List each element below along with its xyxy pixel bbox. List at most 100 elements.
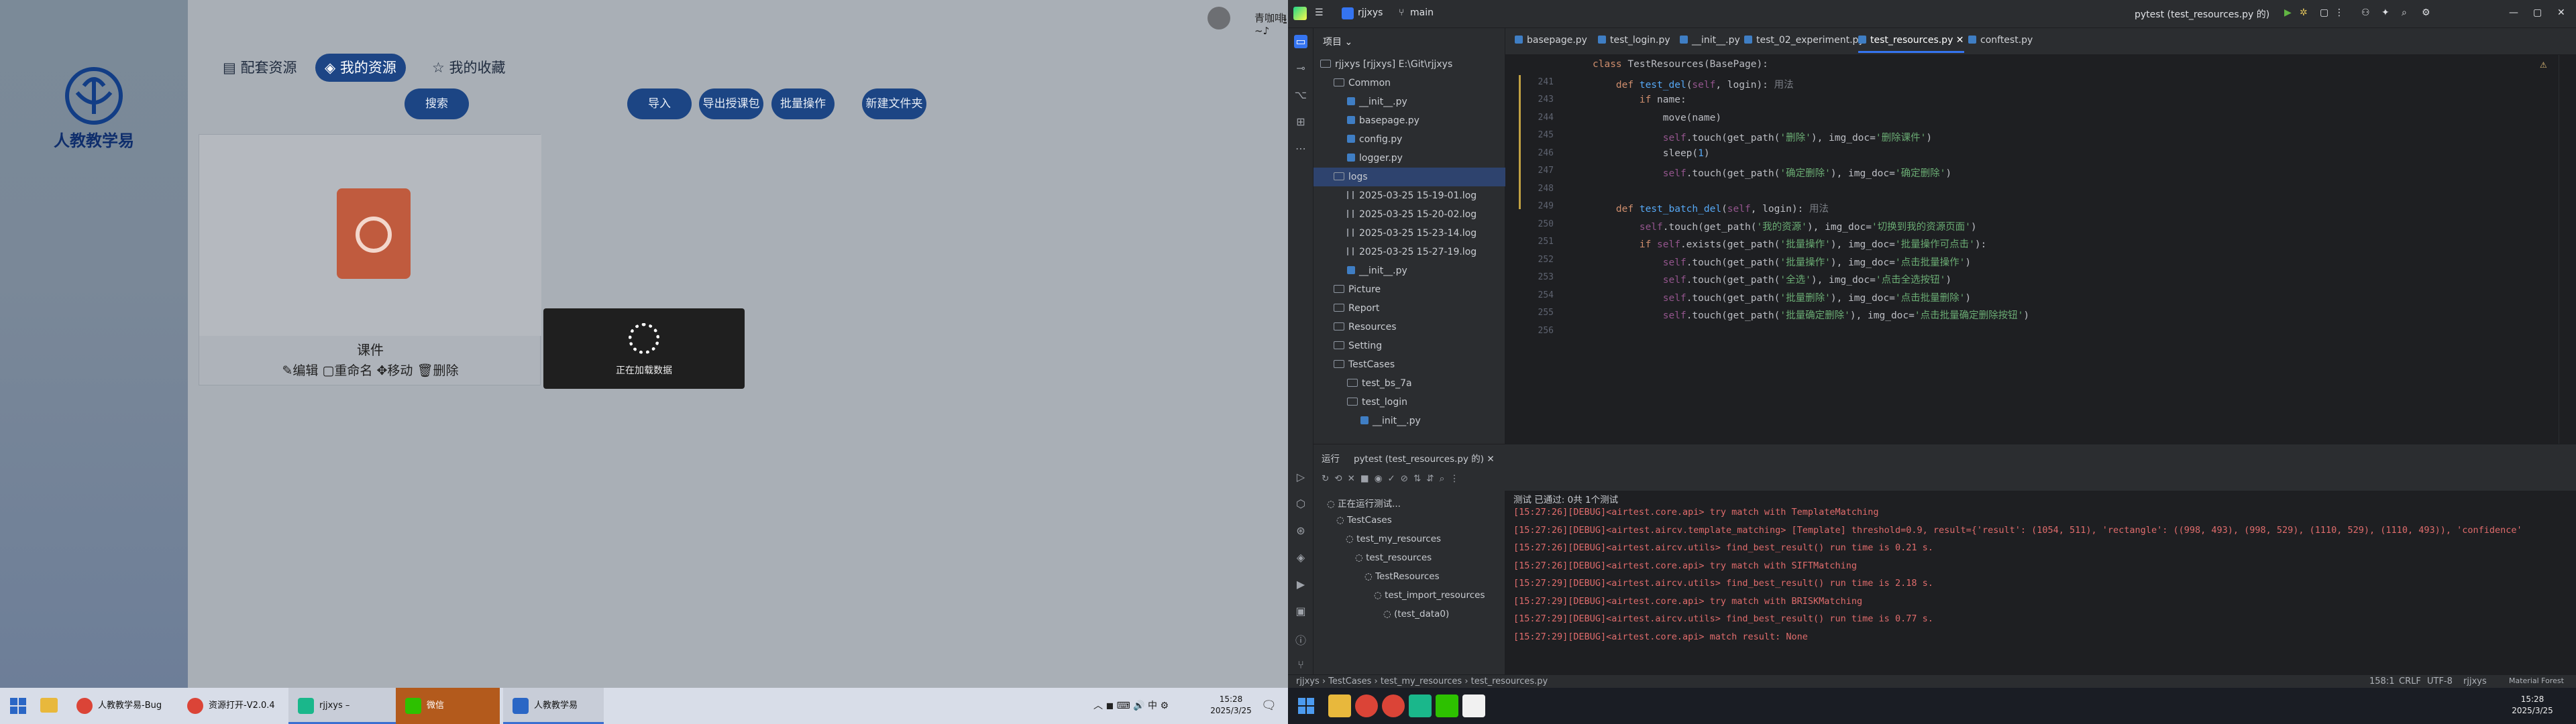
tree-item[interactable]: Report <box>1313 299 1505 318</box>
pull-requests-icon[interactable]: ⌥ <box>1294 88 1307 102</box>
export-package-button[interactable]: 导出授课包 <box>699 88 763 119</box>
tab-my-favorites[interactable]: ☆ 我的收藏 <box>423 54 515 82</box>
tray-icons[interactable]: ︿ ◼ ⌨ 🔊 中 ⚙ <box>1093 699 1169 712</box>
taskbar-pycharm[interactable]: rjjxys – test_resou... <box>288 688 396 724</box>
services-icon[interactable]: ⊛ <box>1294 524 1307 538</box>
code-line[interactable]: class TestResources(BasePage): <box>1593 59 1768 70</box>
code-line[interactable]: move(name) <box>1593 113 1721 123</box>
code-line[interactable]: def test_del(self, login): 用法 <box>1593 77 1794 91</box>
tab-supporting-resources[interactable]: ▤ 配套资源 <box>213 54 307 82</box>
code-line[interactable]: self.touch(get_path('确定删除'), img_doc='确定… <box>1593 166 1951 180</box>
restore-icon[interactable]: ▢ <box>2533 7 2542 18</box>
clock[interactable]: 15:28 2025/3/25 <box>1201 694 1261 717</box>
taskbar-chrome-resources[interactable]: 资源打开-V2.0.4 -... <box>178 688 285 724</box>
ai-icon[interactable]: ✦ <box>2381 7 2390 18</box>
code-line[interactable]: if self.exists(get_path('批量操作'), img_doc… <box>1593 237 1986 251</box>
delete-action[interactable]: 🗑删除 <box>417 363 458 378</box>
tree-item[interactable]: __init__.py <box>1313 93 1505 111</box>
taskbar-rjjxy[interactable]: 人教教学易 <box>503 688 604 724</box>
notepad-icon[interactable] <box>1462 695 1485 717</box>
tree-item[interactable]: 2025-03-25 15-23-14.log <box>1313 224 1505 243</box>
tree-item[interactable]: config.py <box>1313 130 1505 149</box>
tab-test-login[interactable]: test_login.py <box>1598 35 1670 46</box>
avatar[interactable] <box>1208 7 1230 29</box>
project-tool-icon[interactable]: ▭ <box>1294 35 1307 48</box>
code-line[interactable]: sleep(1) <box>1593 148 1710 159</box>
code-line[interactable]: self.touch(get_path('批量操作'), img_doc='点击… <box>1593 255 1971 269</box>
code-line[interactable]: self.touch(get_path('删除'), img_doc='删除课件… <box>1593 130 1932 144</box>
search-button[interactable]: 搜索 <box>405 88 469 119</box>
account-icon[interactable]: ⚇ <box>2361 7 2370 18</box>
tree-item[interactable]: __init__.py <box>1313 412 1505 430</box>
git-icon[interactable]: ⑂ <box>1294 658 1307 672</box>
test-tree-item[interactable]: ◌ TestResources <box>1364 571 1440 582</box>
tree-item[interactable]: __init__.py <box>1313 261 1505 280</box>
run-toolbar-icons[interactable]: ↻⟲✕■◉✓⊘⇅⇵⌕⋮ <box>1322 473 1464 484</box>
more-icon[interactable]: ⋮ <box>2334 7 2344 18</box>
tab-conftest[interactable]: conftest.py <box>1968 35 2033 46</box>
tree-item[interactable]: Picture <box>1313 280 1505 299</box>
tree-item[interactable]: 2025-03-25 15-20-02.log <box>1313 205 1505 224</box>
editor-scrollbar[interactable] <box>2559 55 2576 444</box>
tree-item[interactable]: Resources <box>1313 318 1505 337</box>
tree-item[interactable]: test_bs_7a <box>1313 374 1505 393</box>
debug-icon[interactable]: ✲ <box>2300 7 2308 18</box>
tab-my-resources[interactable]: ◈ 我的资源 <box>315 54 406 82</box>
run-tool-icon[interactable]: ▷ <box>1294 471 1307 484</box>
chrome-icon[interactable] <box>1355 695 1378 717</box>
code-line[interactable]: def test_batch_del(self, login): 用法 <box>1593 201 1829 215</box>
tree-item[interactable]: logger.py <box>1313 149 1505 168</box>
minimize-icon[interactable]: — <box>2509 7 2518 18</box>
download-icon[interactable]: ⭳ <box>1283 9 1287 32</box>
tab-init[interactable]: __init__.py <box>1680 35 1740 46</box>
taskbar-chrome-bug[interactable]: 人教教学易-Bug -... <box>67 688 174 724</box>
new-folder-button[interactable]: 新建文件夹 <box>862 88 926 119</box>
run-tab[interactable]: pytest (test_resources.py 的) ✕ <box>1354 451 1495 470</box>
code-editor[interactable]: 241 243 244 245 246 247 248 249 250 251 252 253 254 2… <box>1505 55 2559 444</box>
test-tree-item[interactable]: ◌ test_my_resources <box>1346 534 1441 544</box>
chrome-icon[interactable] <box>1382 695 1405 717</box>
tree-item[interactable]: Common <box>1313 74 1505 93</box>
windows-start-icon[interactable] <box>1297 697 1315 715</box>
project-switcher[interactable]: rjjxys <box>1358 7 1383 18</box>
tree-item[interactable]: test_login <box>1313 393 1505 412</box>
tab-test-resources[interactable]: test_resources.py ✕ <box>1858 35 1964 53</box>
file-explorer-icon[interactable] <box>40 698 58 713</box>
import-button[interactable]: 导入 <box>627 88 692 119</box>
test-tree-item[interactable]: ◌ test_resources <box>1355 552 1432 563</box>
terminal-icon[interactable]: ▶ <box>1294 578 1307 591</box>
search-everywhere-icon[interactable]: ⌕ <box>2402 7 2407 18</box>
test-tree-item[interactable]: ◌ (test_data0) <box>1383 609 1449 619</box>
run-output[interactable]: 测试 已通过: 0共 1个测试 [15:27:26][DEBUG]<airtes… <box>1505 491 2559 674</box>
notification-icon[interactable]: 🗨 <box>1261 699 1277 713</box>
problems-icon[interactable]: ⓘ <box>1294 631 1307 647</box>
taskbar-wechat[interactable]: 微信 <box>396 688 500 724</box>
run-icon[interactable]: ▶ <box>2284 7 2292 18</box>
python-packages-icon[interactable]: ⬡ <box>1294 497 1307 511</box>
layers-icon[interactable]: ◈ <box>1294 551 1307 564</box>
tree-item[interactable]: Setting <box>1313 337 1505 355</box>
structure-icon[interactable]: ⊞ <box>1294 115 1307 129</box>
code-line[interactable]: if name: <box>1593 95 1686 105</box>
tree-item[interactable]: logs <box>1313 168 1505 186</box>
project-panel-title[interactable]: 项目 ⌄ <box>1323 35 1352 48</box>
code-line[interactable]: self.touch(get_path('批量删除'), img_doc='点击… <box>1593 290 1971 304</box>
tab-test-experiment[interactable]: test_02_experiment.py <box>1744 35 1864 46</box>
test-tree-item[interactable]: ◌ TestCases <box>1336 515 1392 526</box>
code-line[interactable]: self.touch(get_path('全选'), img_doc='点击全选… <box>1593 272 1951 286</box>
branch-switcher[interactable]: main <box>1410 7 1434 18</box>
terminal-icon[interactable]: ▣ <box>1294 605 1307 618</box>
main-menu-icon[interactable]: ☰ <box>1315 7 1324 18</box>
wechat-icon[interactable] <box>1436 695 1458 717</box>
windows-start-icon[interactable] <box>9 697 27 715</box>
tree-item[interactable]: TestCases <box>1313 355 1505 374</box>
tree-item[interactable]: 2025-03-25 15-27-19.log <box>1313 243 1505 261</box>
line-separator[interactable]: CRLF <box>2399 676 2421 686</box>
code-line[interactable]: self.touch(get_path('批量确定删除'), img_doc='… <box>1593 308 2029 322</box>
move-action[interactable]: ✥移动 <box>376 363 413 378</box>
tab-basepage[interactable]: basepage.py <box>1515 35 1587 46</box>
close-icon[interactable]: ✕ <box>2557 7 2565 18</box>
edit-action[interactable]: ✎编辑 <box>282 363 318 378</box>
warning-icon[interactable]: ⚠ <box>2540 60 2547 70</box>
resource-card[interactable]: 课件 ✎编辑 ▢重命名 ✥移动 🗑删除 <box>199 134 541 385</box>
